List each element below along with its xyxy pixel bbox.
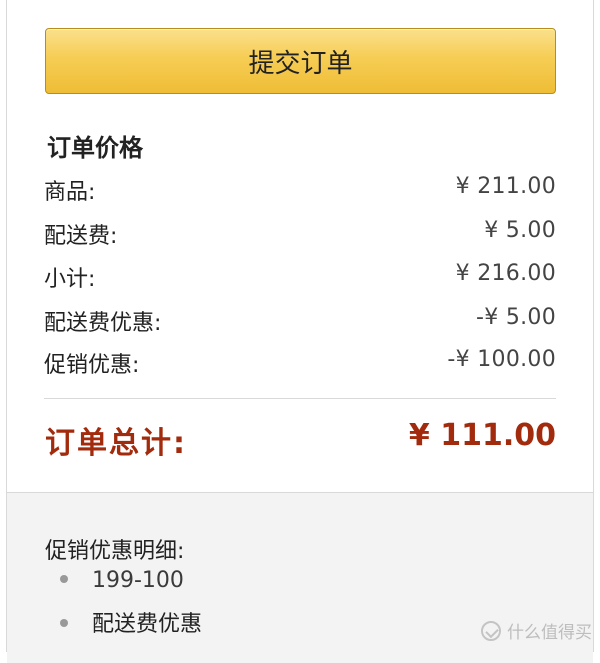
price-value: ¥ 5.00 [484,218,556,243]
order-total-label: 订单总计: [45,426,187,461]
order-total-value: ¥ 111.00 [408,418,556,453]
bullet-icon [60,619,68,627]
price-row-goods: 商品: ¥ 211.00 [44,174,556,208]
price-row-shipping-discount: 配送费优惠: -¥ 5.00 [44,305,556,339]
promo-item-label: 配送费优惠 [92,612,203,637]
bullet-icon [60,575,68,583]
watermark: 什么值得买 [481,618,592,643]
price-label: 商品: [44,180,96,205]
promo-details-heading: 促销优惠明细: [45,539,185,564]
promo-item[interactable]: 199-100 [60,568,184,593]
price-label: 配送费: [44,224,118,249]
promo-item-label: 199-100 [92,568,184,593]
price-value: -¥ 5.00 [475,305,556,330]
price-label: 小计: [44,267,96,292]
price-value: -¥ 100.00 [447,347,556,372]
price-row-subtotal: 小计: ¥ 216.00 [44,261,556,295]
price-row-promo-discount: 促销优惠: -¥ 100.00 [44,347,556,381]
price-label: 配送费优惠: [44,311,162,336]
price-value: ¥ 216.00 [455,261,556,286]
order-price-heading: 订单价格 [47,134,143,162]
divider [44,398,556,399]
price-row-shipping: 配送费: ¥ 5.00 [44,218,556,252]
watermark-text: 什么值得买 [507,623,592,643]
check-circle-icon [481,620,501,641]
price-value: ¥ 211.00 [455,174,556,199]
promo-item: 配送费优惠 [60,606,202,638]
submit-order-button[interactable]: 提交订单 [45,28,556,94]
price-label: 促销优惠: [44,353,140,378]
